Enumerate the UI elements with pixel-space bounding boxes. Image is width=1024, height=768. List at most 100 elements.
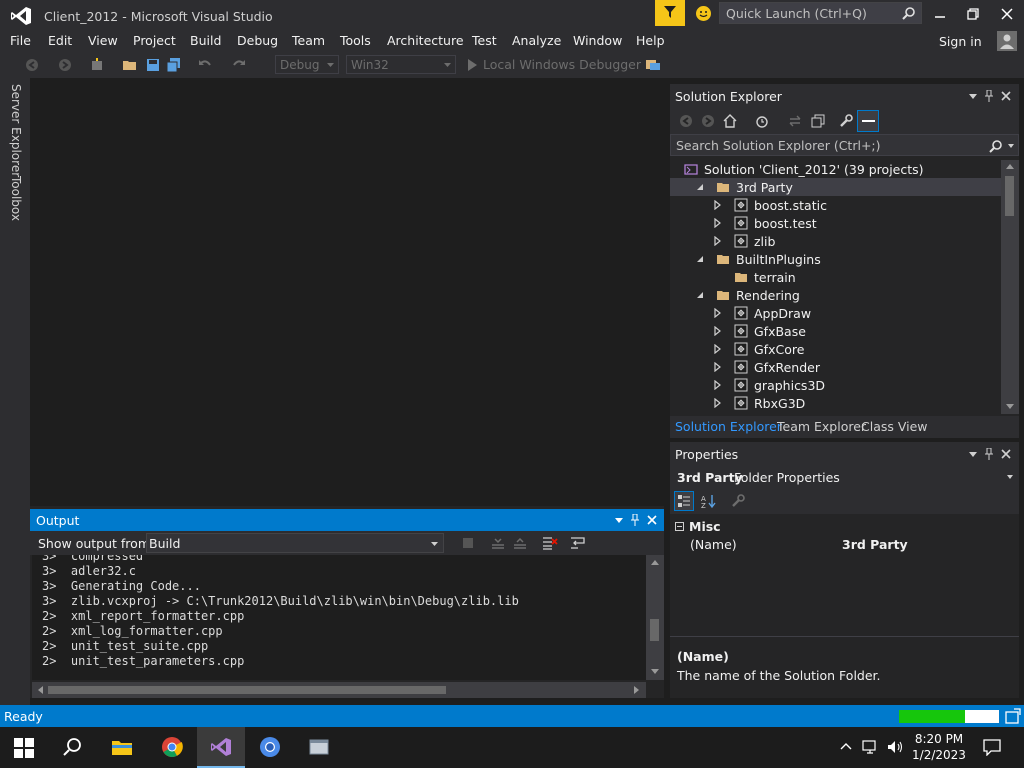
preview-selected-items-button[interactable] — [857, 110, 879, 132]
tree-item[interactable]: boost.test — [670, 214, 1001, 232]
scroll-thumb[interactable] — [650, 619, 659, 641]
window-position-chevron-icon[interactable] — [969, 94, 977, 99]
menu-edit[interactable]: Edit — [48, 33, 72, 48]
output-source-select[interactable]: Build — [146, 533, 444, 553]
navigate-back-icon[interactable] — [24, 57, 40, 73]
menu-help[interactable]: Help — [636, 33, 665, 48]
menu-view[interactable]: View — [88, 33, 118, 48]
collapsed-arrow-icon[interactable] — [714, 344, 722, 354]
find-message-icon[interactable] — [460, 535, 476, 551]
quick-launch-input[interactable]: Quick Launch (Ctrl+Q) — [719, 2, 922, 24]
category-row-misc[interactable]: Misc — [670, 517, 1019, 535]
restore-button[interactable] — [960, 4, 986, 24]
taskbar-chrome[interactable] — [148, 727, 196, 768]
feedback-smiley-icon[interactable] — [695, 5, 712, 22]
network-icon[interactable] — [862, 739, 880, 755]
property-value[interactable]: 3rd Party — [842, 537, 908, 552]
undo-icon[interactable] — [197, 57, 213, 73]
output-vertical-scrollbar[interactable] — [646, 555, 664, 680]
collapsed-arrow-icon[interactable] — [714, 200, 722, 210]
collapsed-arrow-icon[interactable] — [714, 362, 722, 372]
start-debugging-icon[interactable] — [464, 57, 480, 73]
forward-icon[interactable] — [700, 113, 716, 129]
save-all-icon[interactable] — [166, 57, 182, 73]
tree-item[interactable]: Rendering — [670, 286, 1001, 304]
tree-item[interactable]: terrain — [670, 268, 1001, 286]
output-horizontal-scrollbar[interactable] — [32, 682, 646, 698]
solution-tree-scrollbar[interactable] — [1001, 160, 1019, 414]
chevron-down-icon[interactable] — [1008, 144, 1014, 148]
show-hidden-icons-chevron-icon[interactable] — [840, 742, 852, 750]
toolbar-extra-icon[interactable] — [645, 57, 661, 73]
save-icon[interactable] — [145, 57, 161, 73]
collapse-minus-icon[interactable] — [675, 522, 684, 531]
tree-item[interactable]: RbxG3D — [670, 394, 1001, 412]
tree-item[interactable]: GfxBase — [670, 322, 1001, 340]
account-icon[interactable] — [997, 31, 1017, 51]
close-icon[interactable] — [1001, 91, 1011, 101]
tree-item[interactable]: BuiltInPlugins — [670, 250, 1001, 268]
close-icon[interactable] — [647, 515, 657, 525]
tree-item[interactable]: Solution 'Client_2012' (39 projects) — [670, 160, 1001, 178]
collapsed-arrow-icon[interactable] — [714, 380, 722, 390]
taskbar-clock[interactable]: 8:20 PM 1/2/2023 — [908, 731, 970, 763]
solution-configuration-select[interactable]: Debug — [275, 55, 339, 74]
start-button[interactable] — [0, 727, 48, 768]
notifications-filter-button[interactable] — [655, 0, 685, 26]
sync-icon[interactable] — [787, 113, 803, 129]
pending-changes-filter-icon[interactable] — [754, 113, 770, 129]
server-explorer-tab[interactable]: Server Explorer — [9, 84, 23, 177]
tree-item[interactable]: GfxCore — [670, 340, 1001, 358]
taskbar-app[interactable] — [295, 727, 343, 768]
taskbar-visual-studio[interactable] — [197, 727, 245, 768]
tree-item[interactable]: boost.static — [670, 196, 1001, 214]
tree-item[interactable]: 3rd Party — [670, 178, 1001, 196]
collapsed-arrow-icon[interactable] — [714, 326, 722, 336]
menu-architecture[interactable]: Architecture — [387, 33, 464, 48]
pin-icon[interactable] — [631, 514, 639, 526]
menu-build[interactable]: Build — [190, 33, 221, 48]
minimize-button[interactable] — [927, 4, 953, 24]
pin-icon[interactable] — [985, 448, 993, 460]
home-icon[interactable] — [722, 113, 738, 129]
notifications-icon[interactable] — [1005, 708, 1021, 724]
open-file-icon[interactable] — [122, 57, 138, 73]
tree-item[interactable]: GfxRender — [670, 358, 1001, 376]
expanded-arrow-icon[interactable] — [696, 254, 704, 264]
menu-team[interactable]: Team — [292, 33, 325, 48]
scroll-thumb[interactable] — [1005, 176, 1014, 216]
navigate-forward-icon[interactable] — [57, 57, 73, 73]
property-row[interactable]: (Name) 3rd Party — [670, 536, 1019, 554]
toolbox-tab[interactable]: Toolbox — [9, 176, 23, 221]
menu-project[interactable]: Project — [133, 33, 176, 48]
scroll-down-icon[interactable] — [1006, 404, 1014, 409]
action-center-icon[interactable] — [983, 739, 1001, 756]
tree-item[interactable]: zlib — [670, 232, 1001, 250]
pin-icon[interactable] — [985, 90, 993, 102]
scroll-up-icon[interactable] — [651, 560, 659, 565]
collapsed-arrow-icon[interactable] — [714, 218, 722, 228]
scroll-up-icon[interactable] — [1006, 164, 1014, 169]
solution-explorer-search-input[interactable]: Search Solution Explorer (Ctrl+;) — [670, 134, 1019, 156]
expanded-arrow-icon[interactable] — [696, 290, 704, 300]
debug-target-label[interactable]: Local Windows Debugger — [483, 57, 641, 72]
expanded-arrow-icon[interactable] — [696, 182, 704, 192]
next-message-icon[interactable] — [512, 535, 528, 551]
output-text-area[interactable]: 3> compressed 3> adler32.c 3> Generating… — [32, 555, 646, 680]
alphabetical-sort-icon[interactable]: AZ — [700, 493, 716, 509]
menu-window[interactable]: Window — [573, 33, 622, 48]
property-pages-wrench-icon[interactable] — [730, 493, 746, 509]
collapsed-arrow-icon[interactable] — [714, 398, 722, 408]
back-icon[interactable] — [678, 113, 694, 129]
sign-in-link[interactable]: Sign in — [939, 34, 982, 49]
taskbar-search-button[interactable] — [48, 727, 96, 768]
categorized-button[interactable] — [674, 491, 694, 511]
scroll-left-icon[interactable] — [38, 686, 43, 694]
taskbar-file-explorer[interactable] — [98, 727, 146, 768]
toggle-word-wrap-icon[interactable] — [570, 535, 586, 551]
menu-debug[interactable]: Debug — [237, 33, 278, 48]
volume-icon[interactable] — [886, 739, 904, 755]
redo-icon[interactable] — [231, 57, 247, 73]
window-position-chevron-icon[interactable] — [615, 518, 623, 523]
scroll-right-icon[interactable] — [634, 686, 639, 694]
